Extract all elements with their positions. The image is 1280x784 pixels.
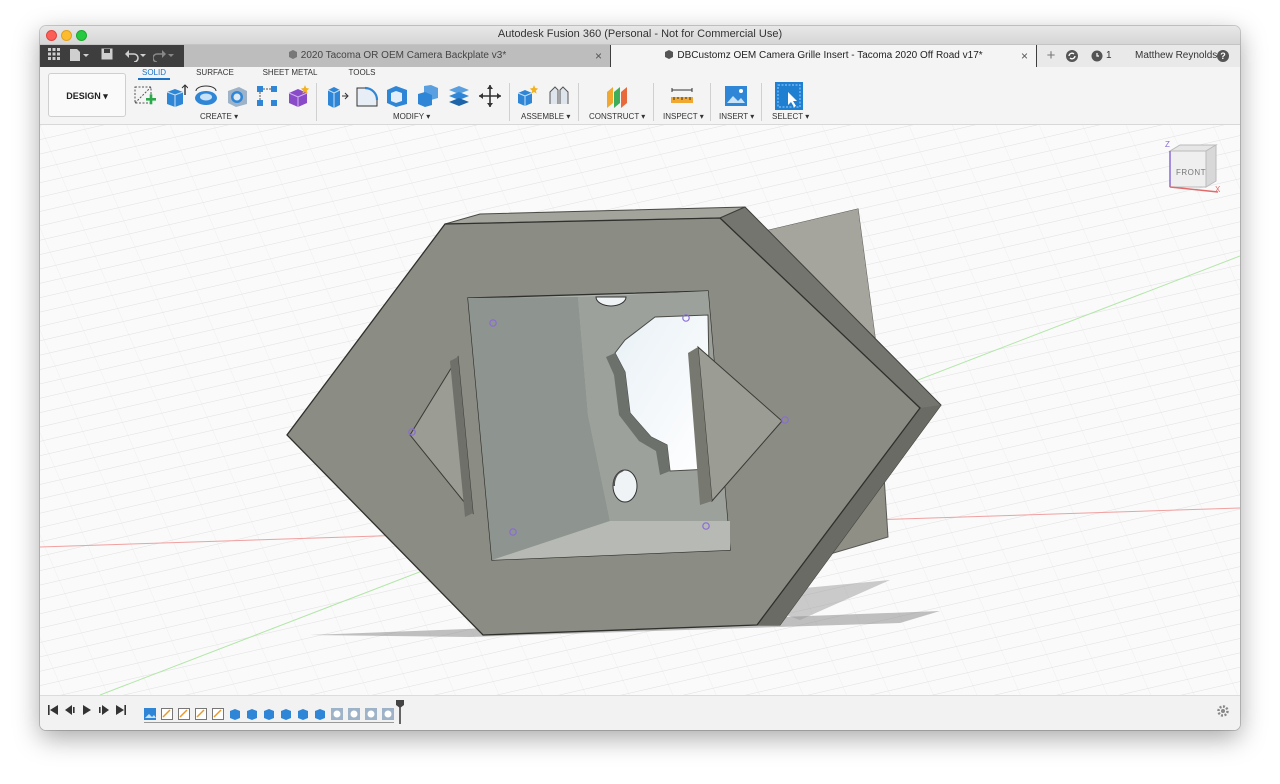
assemble-menu[interactable]: ASSEMBLE ▾ xyxy=(521,112,570,121)
fillet-icon[interactable] xyxy=(355,84,379,108)
timeline-hole-icon[interactable] xyxy=(382,707,394,720)
tab-label: DBCustomz OEM Camera Grille Insert - Tac… xyxy=(677,50,983,61)
divider xyxy=(316,83,317,121)
tab-label: 2020 Tacoma OR OEM Camera Backplate v3* xyxy=(300,50,507,61)
tab-tools[interactable]: TOOLS xyxy=(345,68,379,77)
ribbon-toolbar: DESIGN ▾ SOLID SURFACE SHEET METAL TOOLS… xyxy=(40,67,1240,125)
fusion-window: Autodesk Fusion 360 (Personal - Not for … xyxy=(40,26,1240,730)
create-form-icon[interactable] xyxy=(286,84,310,108)
title-bar: Autodesk Fusion 360 (Personal - Not for … xyxy=(40,26,1240,45)
press-pull-icon[interactable] xyxy=(325,84,349,108)
modify-menu[interactable]: MODIFY ▾ xyxy=(393,112,430,121)
revolve-icon[interactable] xyxy=(194,84,218,108)
insert-image-icon[interactable] xyxy=(724,84,748,108)
new-component-icon[interactable] xyxy=(516,84,540,108)
inspect-menu[interactable]: INSPECT ▾ xyxy=(663,112,704,121)
combine-icon[interactable] xyxy=(416,84,440,108)
user-name[interactable]: Matthew Reynolds xyxy=(1135,45,1217,67)
divider xyxy=(710,83,711,121)
timeline-extrude-icon[interactable] xyxy=(246,707,258,720)
cube-icon xyxy=(288,50,297,59)
measure-icon[interactable] xyxy=(670,84,694,108)
select-menu[interactable]: SELECT ▾ xyxy=(772,112,809,121)
tab-sheet-metal[interactable]: SHEET METAL xyxy=(261,68,319,77)
shell-icon[interactable] xyxy=(385,84,409,108)
divider xyxy=(578,83,579,121)
help-icon[interactable]: ? xyxy=(1217,45,1231,67)
create-sketch-icon[interactable] xyxy=(133,84,157,108)
tab-backplate[interactable]: 2020 Tacoma OR OEM Camera Backplate v3* … xyxy=(184,45,610,67)
jobs-count: 1 xyxy=(1106,50,1112,61)
tab-solid[interactable]: SOLID xyxy=(138,68,170,80)
clock-icon[interactable] xyxy=(1091,45,1105,67)
refresh-icon[interactable] xyxy=(1065,45,1081,67)
create-menu[interactable]: CREATE ▾ xyxy=(200,112,238,121)
grid-icon[interactable] xyxy=(46,48,62,64)
workspace-switcher[interactable]: DESIGN ▾ xyxy=(48,73,126,117)
timeline-extrude-icon[interactable] xyxy=(263,707,275,720)
timeline-step-forward-button[interactable] xyxy=(99,705,109,718)
file-icon[interactable] xyxy=(68,48,90,64)
divider xyxy=(761,83,762,121)
timeline-track xyxy=(144,722,394,723)
window-title: Autodesk Fusion 360 (Personal - Not for … xyxy=(497,28,783,40)
timeline-start-button[interactable] xyxy=(48,705,58,718)
cube-icon xyxy=(665,50,674,59)
move-icon[interactable] xyxy=(478,84,502,108)
document-tab-bar: 2020 Tacoma OR OEM Camera Backplate v3* … xyxy=(40,45,1240,67)
timeline-sketch-icon[interactable] xyxy=(161,707,173,720)
close-tab-icon[interactable]: × xyxy=(595,45,602,67)
timeline-hole-icon[interactable] xyxy=(365,707,377,720)
timeline-sketch-icon[interactable] xyxy=(212,707,224,720)
help-glyph: ? xyxy=(1217,50,1229,62)
view-cube-axis-z: Z xyxy=(1165,140,1170,149)
timeline-play-button[interactable] xyxy=(82,705,92,718)
divider xyxy=(653,83,654,121)
timeline-image-icon[interactable] xyxy=(144,707,156,720)
timeline-extrude-icon[interactable] xyxy=(314,707,326,720)
model-canvas[interactable] xyxy=(40,125,1240,695)
timeline-end-button[interactable] xyxy=(116,705,126,718)
timeline-hole-icon[interactable] xyxy=(331,707,343,720)
view-cube-face-label: FRONT xyxy=(1176,168,1207,177)
save-icon[interactable] xyxy=(100,48,114,64)
hole-icon[interactable] xyxy=(225,84,249,108)
joint-icon[interactable] xyxy=(547,84,571,108)
view-cube[interactable]: FRONT Z X xyxy=(1162,137,1222,202)
timeline-extrude-icon[interactable] xyxy=(280,707,292,720)
redo-icon[interactable] xyxy=(152,48,176,64)
timeline-bar xyxy=(40,695,1240,730)
timeline-extrude-icon[interactable] xyxy=(229,707,241,720)
timeline-sketch-icon[interactable] xyxy=(195,707,207,720)
pattern-icon[interactable] xyxy=(255,84,279,108)
view-cube-axis-x: X xyxy=(1215,185,1221,194)
plus-icon[interactable]: + xyxy=(1043,45,1059,67)
split-body-icon[interactable] xyxy=(447,84,471,108)
select-icon[interactable] xyxy=(775,82,803,110)
offset-plane-icon[interactable] xyxy=(605,84,629,108)
timeline-sketch-icon[interactable] xyxy=(178,707,190,720)
timeline-step-back-button[interactable] xyxy=(65,705,75,718)
canvas-viewport[interactable] xyxy=(40,125,1240,695)
timeline-marker[interactable] xyxy=(396,700,404,729)
extrude-icon[interactable] xyxy=(164,84,189,108)
gear-icon[interactable] xyxy=(1216,704,1230,721)
header-right: + 1 Matthew Reynolds ? xyxy=(1037,45,1240,67)
divider xyxy=(509,83,510,121)
undo-icon[interactable] xyxy=(124,48,148,64)
timeline-hole-icon[interactable] xyxy=(348,707,360,720)
tab-grille-insert[interactable]: DBCustomz OEM Camera Grille Insert - Tac… xyxy=(611,45,1036,67)
timeline-extrude-icon[interactable] xyxy=(297,707,309,720)
construct-menu[interactable]: CONSTRUCT ▾ xyxy=(589,112,645,121)
insert-menu[interactable]: INSERT ▾ xyxy=(719,112,754,121)
close-tab-icon[interactable]: × xyxy=(1021,45,1028,67)
tab-surface[interactable]: SURFACE xyxy=(195,68,235,77)
